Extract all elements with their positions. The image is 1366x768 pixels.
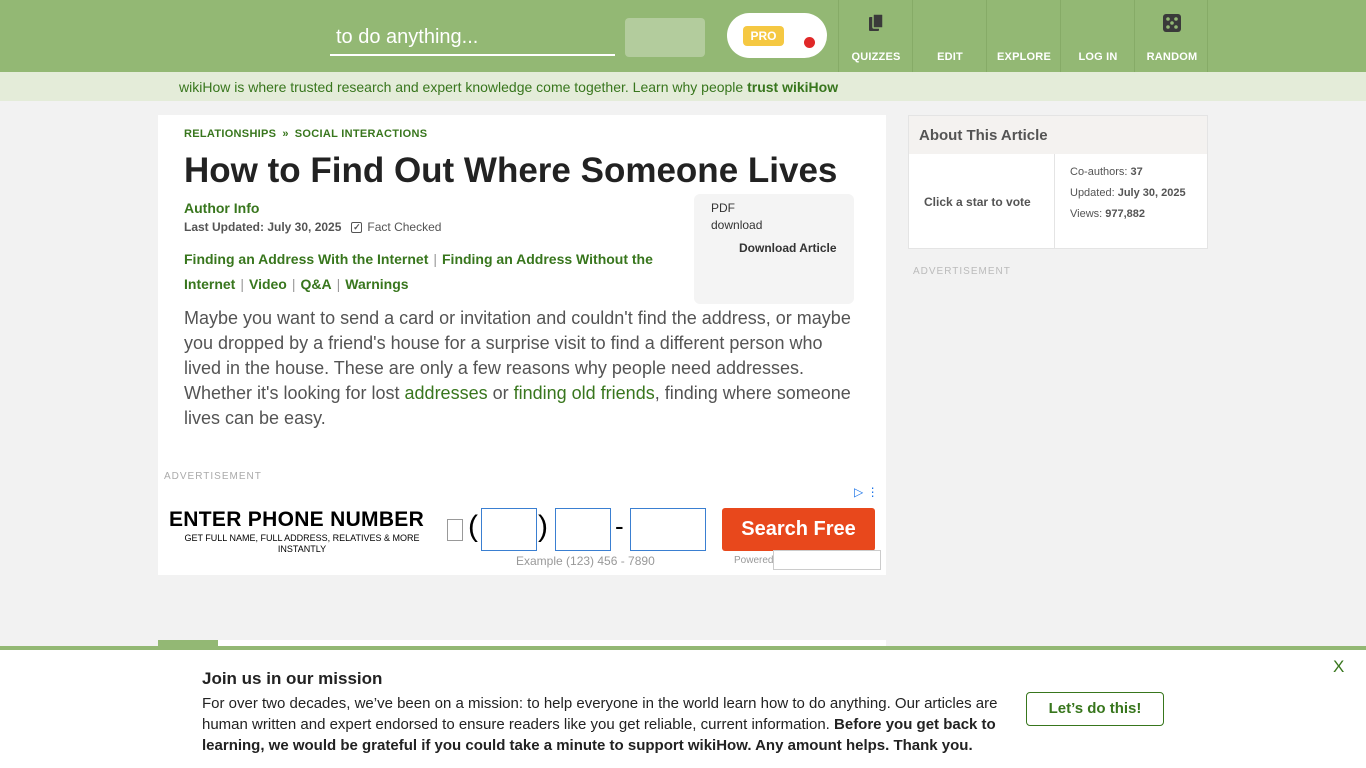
toc-separator: |	[433, 251, 437, 267]
ad-choices-icon[interactable]: ▷ ⋮	[854, 485, 879, 499]
close-icon[interactable]: X	[1333, 657, 1344, 677]
toc-item[interactable]: Finding an Address With the Internet	[184, 251, 428, 267]
panel-divider	[1054, 154, 1055, 248]
ad-search-free-button[interactable]: Search Free	[722, 508, 875, 551]
lets-do-this-button[interactable]: Let’s do this!	[1026, 692, 1164, 726]
nav-quizzes[interactable]: QUIZZES	[838, 0, 912, 72]
toc-item[interactable]: Q&A	[301, 276, 332, 292]
article-meta: Last Updated: July 30, 2025 ✓ Fact Check…	[184, 220, 441, 234]
coauthors-label: Co-authors:	[1070, 166, 1128, 178]
breadcrumb-social-interactions[interactable]: SOCIAL INTERACTIONS	[295, 128, 428, 140]
nav-label: RANDOM	[1146, 51, 1198, 63]
views-value: 977,882	[1105, 208, 1146, 220]
dice-icon	[1162, 13, 1182, 33]
ad-dash: -	[615, 511, 624, 541]
ad-example: Example (123) 456 - 7890	[516, 554, 655, 568]
breadcrumb: RELATIONSHIPS » SOCIAL INTERACTIONS	[184, 128, 427, 140]
nav-label: EXPLORE	[997, 51, 1051, 63]
site-header: PRO QUIZZES EDIT EXPLORE LOG IN RANDOM	[0, 0, 1366, 72]
pro-badge: PRO	[743, 26, 784, 46]
ad-paren-open: (	[468, 510, 478, 543]
ad-area-code-input[interactable]	[481, 508, 537, 551]
trust-bar: wikiHow is where trusted research and ex…	[0, 72, 1366, 101]
notification-dot	[804, 37, 815, 48]
nav-explore[interactable]: EXPLORE	[986, 0, 1060, 72]
ad-subtext: GET FULL NAME, FULL ADDRESS, RELATIVES &…	[184, 533, 420, 554]
intro-link-old-friends[interactable]: finding old friends	[514, 383, 655, 403]
ad-logo	[773, 550, 881, 570]
nav-edit[interactable]: EDIT	[912, 0, 986, 72]
updated-stat: Updated: July 30, 2025	[1070, 187, 1186, 199]
trust-message: wikiHow is where trusted research and ex…	[179, 79, 748, 95]
breadcrumb-separator: »	[282, 128, 289, 140]
nav-label: QUIZZES	[851, 51, 901, 63]
updated-value: July 30, 2025	[1117, 187, 1186, 199]
ad-label: ADVERTISEMENT	[164, 471, 262, 482]
toc-item[interactable]: Video	[249, 276, 287, 292]
ad-prefix-input[interactable]	[555, 508, 611, 551]
ad-powered: Powered	[734, 555, 774, 566]
toc-separator: |	[291, 276, 296, 292]
coauthors-stat: Co-authors: 37	[1070, 166, 1143, 178]
pdf-download-icon: PDF download	[711, 201, 763, 232]
download-label: Download Article	[739, 241, 837, 255]
fact-checked-label[interactable]: Fact Checked	[367, 220, 441, 234]
article-intro: Maybe you want to send a card or invitat…	[184, 306, 864, 431]
banner-text: For over two decades, we’ve been on a mi…	[202, 693, 1012, 756]
sidebar-ad-label: ADVERTISEMENT	[913, 266, 1011, 277]
nav-random[interactable]: RANDOM	[1134, 0, 1208, 72]
ad-paren-close: )	[538, 510, 548, 543]
search-input[interactable]	[330, 20, 615, 56]
panel-title: About This Article	[919, 127, 1048, 144]
download-article-button[interactable]: PDF download Download Article	[694, 194, 854, 304]
ad-image	[447, 519, 463, 541]
toc-separator: |	[240, 276, 244, 292]
intro-link-addresses[interactable]: addresses	[405, 383, 488, 403]
ad-headline: ENTER PHONE NUMBER	[169, 508, 425, 531]
toc-item[interactable]: Warnings	[345, 276, 408, 292]
last-updated: Last Updated: July 30, 2025	[184, 220, 342, 234]
panel-header: About This Article	[909, 116, 1207, 154]
vote-prompt[interactable]: Click a star to vote	[924, 195, 1031, 209]
trust-text: wikiHow is where trusted research and ex…	[179, 79, 838, 95]
breadcrumb-relationships[interactable]: RELATIONSHIPS	[184, 128, 276, 140]
ad-line-number-input[interactable]	[630, 508, 706, 551]
pro-toggle[interactable]: PRO	[727, 13, 827, 58]
author-info-link[interactable]: Author Info	[184, 200, 259, 216]
search-button[interactable]	[625, 18, 705, 57]
coauthors-value: 37	[1130, 166, 1143, 178]
intro-text: or	[487, 383, 514, 403]
toc-separator: |	[336, 276, 341, 292]
mission-banner: Join us in our mission For over two deca…	[0, 646, 1366, 768]
nav-login[interactable]: LOG IN	[1060, 0, 1134, 72]
nav-label: LOG IN	[1078, 51, 1118, 63]
article-card: RELATIONSHIPS » SOCIAL INTERACTIONS How to…	[158, 115, 886, 575]
nav-label: EDIT	[937, 51, 963, 63]
about-article-panel: About This Article Click a star to vote …	[908, 115, 1208, 249]
views-label: Views:	[1070, 208, 1103, 220]
check-icon: ✓	[351, 221, 363, 233]
table-of-contents: Finding an Address With the Internet | Fin…	[184, 247, 674, 297]
page-title: How to Find Out Where Someone Lives	[184, 151, 838, 190]
updated-label: Updated:	[1070, 187, 1115, 199]
top-nav: QUIZZES EDIT EXPLORE LOG IN RANDOM	[838, 0, 1208, 72]
quiz-icon	[866, 13, 886, 33]
banner-title: Join us in our mission	[202, 669, 383, 688]
views-stat: Views: 977,882	[1070, 208, 1145, 220]
trust-link[interactable]: trust wikiHow	[747, 79, 838, 95]
